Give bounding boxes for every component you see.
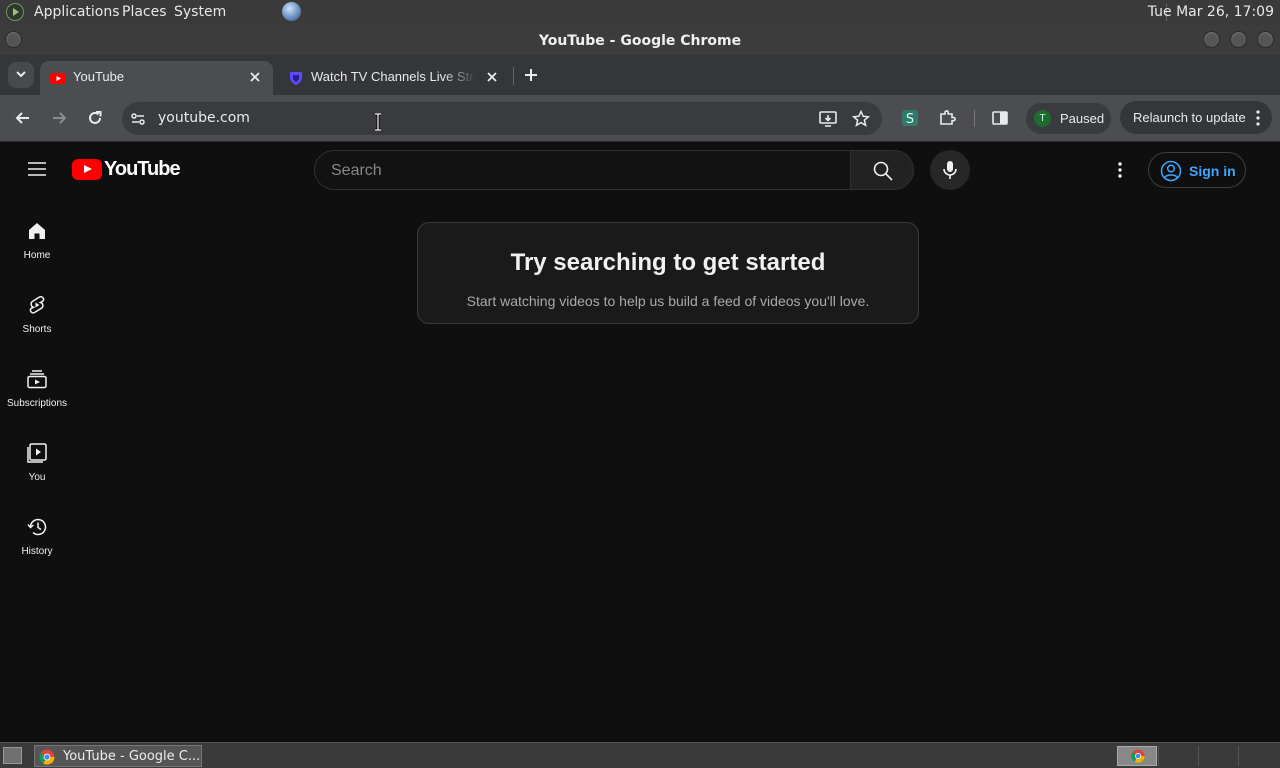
guide-item-subscriptions[interactable]: Subscriptions bbox=[0, 368, 74, 438]
extensions-puzzle-icon[interactable] bbox=[937, 108, 957, 128]
text-cursor-icon bbox=[375, 113, 381, 131]
guide-label: Home bbox=[23, 250, 51, 261]
clock[interactable]: Tue Mar 26, 17:09 bbox=[1148, 4, 1274, 20]
guide-label: You bbox=[28, 472, 46, 483]
youtube-wordmark: YouTube bbox=[104, 158, 181, 180]
extension-s-icon[interactable]: S bbox=[900, 108, 920, 128]
browser-toolbar: youtube.com S T Paused Relaunch to updat… bbox=[0, 95, 1280, 142]
places-menu[interactable]: Places bbox=[122, 4, 167, 20]
shield-favicon-icon bbox=[290, 72, 302, 85]
youtube-logo[interactable]: YouTube bbox=[72, 158, 181, 181]
settings-kebab-icon[interactable] bbox=[1110, 160, 1130, 180]
workspace-3[interactable] bbox=[1198, 746, 1238, 766]
svg-text:S: S bbox=[906, 112, 914, 127]
home-icon bbox=[29, 223, 45, 239]
tab-youtube[interactable]: YouTube bbox=[40, 61, 273, 95]
install-app-icon[interactable] bbox=[818, 109, 838, 129]
history-icon bbox=[27, 518, 47, 536]
minimize-button[interactable] bbox=[1203, 31, 1220, 48]
guide-item-home[interactable]: Home bbox=[0, 220, 74, 290]
system-menu[interactable]: System bbox=[174, 4, 226, 20]
sign-in-label: Sign in bbox=[1189, 163, 1236, 179]
chrome-icon bbox=[1131, 749, 1145, 763]
search-icon bbox=[873, 161, 893, 181]
tab-strip: YouTube Watch TV Channels Live Stre bbox=[0, 55, 1280, 95]
taskbar-window-button[interactable]: YouTube - Google C... bbox=[34, 745, 202, 767]
chrome-icon bbox=[39, 749, 55, 765]
guide-item-history[interactable]: History bbox=[0, 516, 74, 586]
os-logo-icon[interactable] bbox=[6, 3, 24, 21]
hamburger-menu-icon[interactable] bbox=[26, 159, 48, 179]
tab-title: Watch TV Channels Live Stre bbox=[311, 69, 476, 84]
tab-title: YouTube bbox=[73, 69, 125, 84]
workspace-1[interactable] bbox=[1117, 746, 1157, 766]
window-menu-button[interactable] bbox=[5, 31, 22, 48]
side-panel-icon[interactable] bbox=[990, 108, 1010, 128]
back-arrow-icon[interactable] bbox=[13, 108, 33, 128]
close-window-button[interactable] bbox=[1257, 31, 1274, 48]
tab-watch-tv[interactable]: Watch TV Channels Live Stre bbox=[278, 61, 510, 95]
guide-label: History bbox=[21, 546, 53, 557]
guide-item-you[interactable]: You bbox=[0, 442, 74, 512]
maximize-button[interactable] bbox=[1230, 31, 1247, 48]
guide-item-shorts[interactable]: Shorts bbox=[0, 294, 74, 364]
sign-in-button[interactable]: Sign in bbox=[1148, 152, 1246, 188]
relaunch-to-update-button[interactable]: Relaunch to update bbox=[1120, 101, 1272, 134]
workspace-4[interactable] bbox=[1238, 746, 1278, 766]
close-tab-icon[interactable] bbox=[247, 69, 263, 85]
taskbar-window-label: YouTube - Google C... bbox=[63, 749, 201, 764]
shorts-icon bbox=[29, 295, 45, 314]
search-button[interactable] bbox=[850, 150, 914, 190]
window-title: YouTube - Google Chrome bbox=[538, 33, 742, 49]
youtube-favicon-icon bbox=[50, 73, 66, 84]
toolbar-separator bbox=[974, 110, 975, 127]
account-circle-icon bbox=[1160, 160, 1182, 182]
guide-label: Shorts bbox=[22, 324, 52, 335]
microphone-icon bbox=[943, 161, 957, 179]
address-bar[interactable]: youtube.com bbox=[122, 102, 882, 135]
youtube-play-icon bbox=[72, 159, 102, 180]
chevron-down-icon bbox=[16, 71, 26, 78]
profile-button[interactable]: T Paused bbox=[1026, 103, 1111, 134]
forward-arrow-icon[interactable] bbox=[49, 108, 69, 128]
bookmark-star-icon[interactable] bbox=[851, 109, 871, 129]
window-title-bar[interactable]: YouTube - Google Chrome bbox=[0, 25, 1280, 55]
empty-feed-subtitle: Start watching videos to help us build a… bbox=[466, 293, 870, 309]
site-settings-icon[interactable] bbox=[130, 111, 146, 127]
profile-status-label: Paused bbox=[1060, 111, 1105, 126]
os-taskbar: YouTube - Google C... bbox=[0, 742, 1280, 768]
subscriptions-icon bbox=[27, 370, 47, 389]
empty-feed-card: Try searching to get started Start watch… bbox=[417, 222, 919, 324]
search-box[interactable] bbox=[314, 150, 851, 190]
youtube-page: YouTube Sign in Home Shorts Subscription… bbox=[0, 142, 1280, 742]
web-browser-launcher-icon[interactable] bbox=[282, 2, 301, 21]
tab-search-button[interactable] bbox=[8, 62, 34, 88]
url-text[interactable]: youtube.com bbox=[158, 110, 250, 126]
applications-menu[interactable]: Applications bbox=[34, 4, 120, 20]
search-input[interactable] bbox=[331, 160, 831, 182]
chrome-menu-kebab-icon[interactable] bbox=[1256, 110, 1260, 126]
show-desktop-button[interactable] bbox=[3, 747, 22, 764]
guide-label: Subscriptions bbox=[6, 398, 68, 409]
os-top-panel: Applications Places System Tue Mar 26, 1… bbox=[0, 0, 1280, 25]
tab-separator bbox=[513, 67, 514, 85]
new-tab-plus-icon[interactable] bbox=[521, 65, 541, 85]
empty-feed-title: Try searching to get started bbox=[510, 249, 826, 276]
avatar: T bbox=[1034, 110, 1051, 127]
you-icon bbox=[27, 443, 47, 463]
close-tab-icon[interactable] bbox=[484, 69, 500, 85]
relaunch-label: Relaunch to update bbox=[1133, 110, 1246, 125]
workspace-2[interactable] bbox=[1158, 746, 1198, 766]
voice-search-button[interactable] bbox=[930, 150, 970, 190]
reload-icon[interactable] bbox=[85, 108, 105, 128]
